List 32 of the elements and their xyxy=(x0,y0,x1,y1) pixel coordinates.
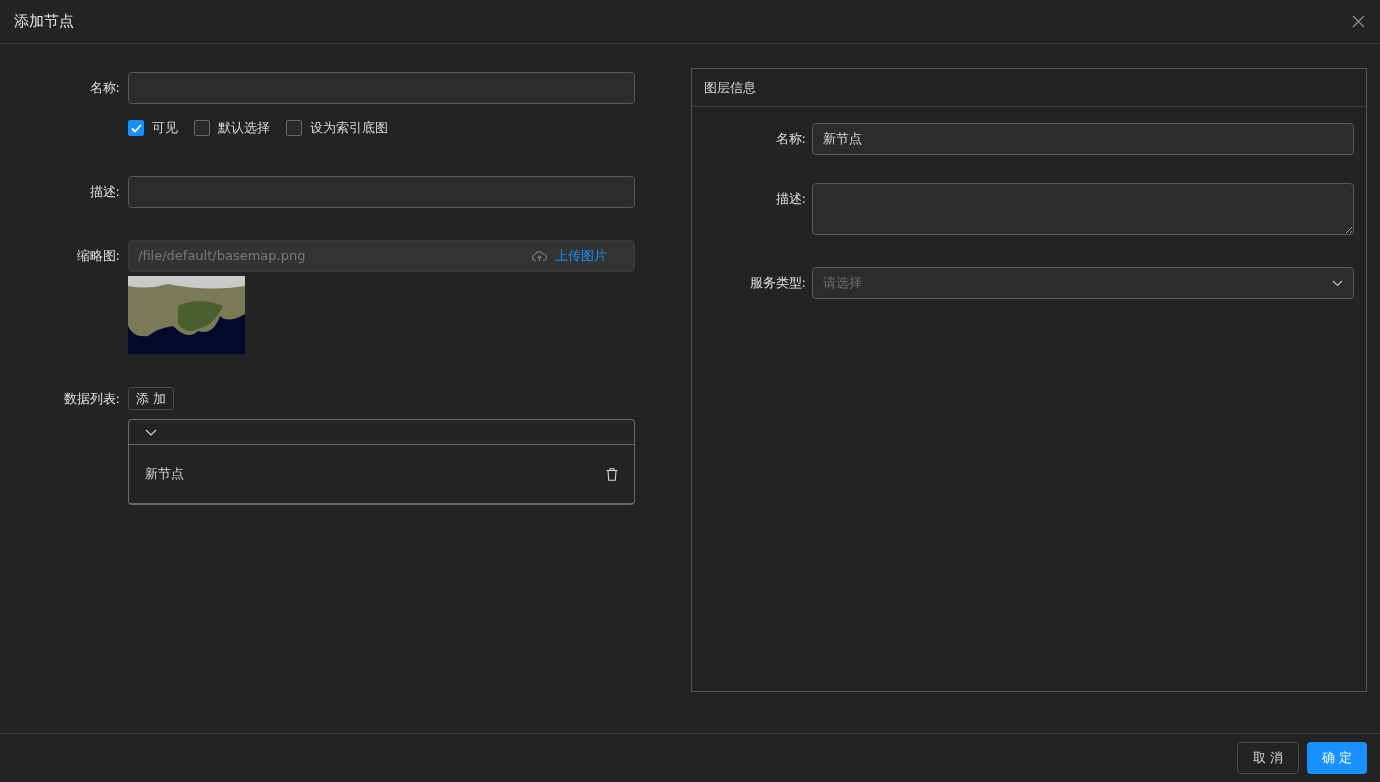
list-item-label: 新节点 xyxy=(145,465,184,484)
layer-name-field[interactable]: 新节点 xyxy=(812,123,1354,155)
field-label: 名称: xyxy=(774,130,807,148)
close-button[interactable] xyxy=(1350,13,1366,30)
chevron-down-icon xyxy=(145,428,157,436)
thumbnail-path: /file/default/basemap.png xyxy=(138,247,307,266)
checkbox-label: 设为索引底图 xyxy=(310,119,388,138)
cloud-upload-icon xyxy=(532,250,547,262)
field-label: 缩略图: xyxy=(75,247,121,266)
chevron-down-icon xyxy=(1332,279,1343,287)
panel-title: 图层信息 xyxy=(704,78,756,97)
name-field[interactable] xyxy=(128,72,635,104)
trash-icon xyxy=(606,467,618,481)
checkbox-label: 默认选择 xyxy=(218,119,270,138)
description-field[interactable] xyxy=(128,176,635,208)
dialog-title: 添加节点 xyxy=(14,11,74,33)
layer-description-field[interactable] xyxy=(812,183,1354,235)
close-icon xyxy=(1351,15,1365,28)
field-label: 描述: xyxy=(774,190,807,208)
add-button[interactable]: 添 加 xyxy=(128,387,175,410)
checkbox[interactable] xyxy=(286,120,302,136)
field-label: 数据列表: xyxy=(62,389,121,408)
cancel-button[interactable]: 取 消 xyxy=(1236,742,1299,774)
field-label: 描述: xyxy=(88,183,121,202)
checkbox[interactable] xyxy=(194,120,210,136)
field-label: 服务类型: xyxy=(748,274,807,292)
checkbox-label: 可见 xyxy=(152,119,178,138)
checkbox[interactable] xyxy=(128,120,144,136)
select-placeholder: 请选择 xyxy=(823,274,862,293)
field-label: 名称: xyxy=(88,79,121,98)
delete-button[interactable] xyxy=(606,467,618,481)
upload-link[interactable]: 上传图片 xyxy=(532,246,607,266)
